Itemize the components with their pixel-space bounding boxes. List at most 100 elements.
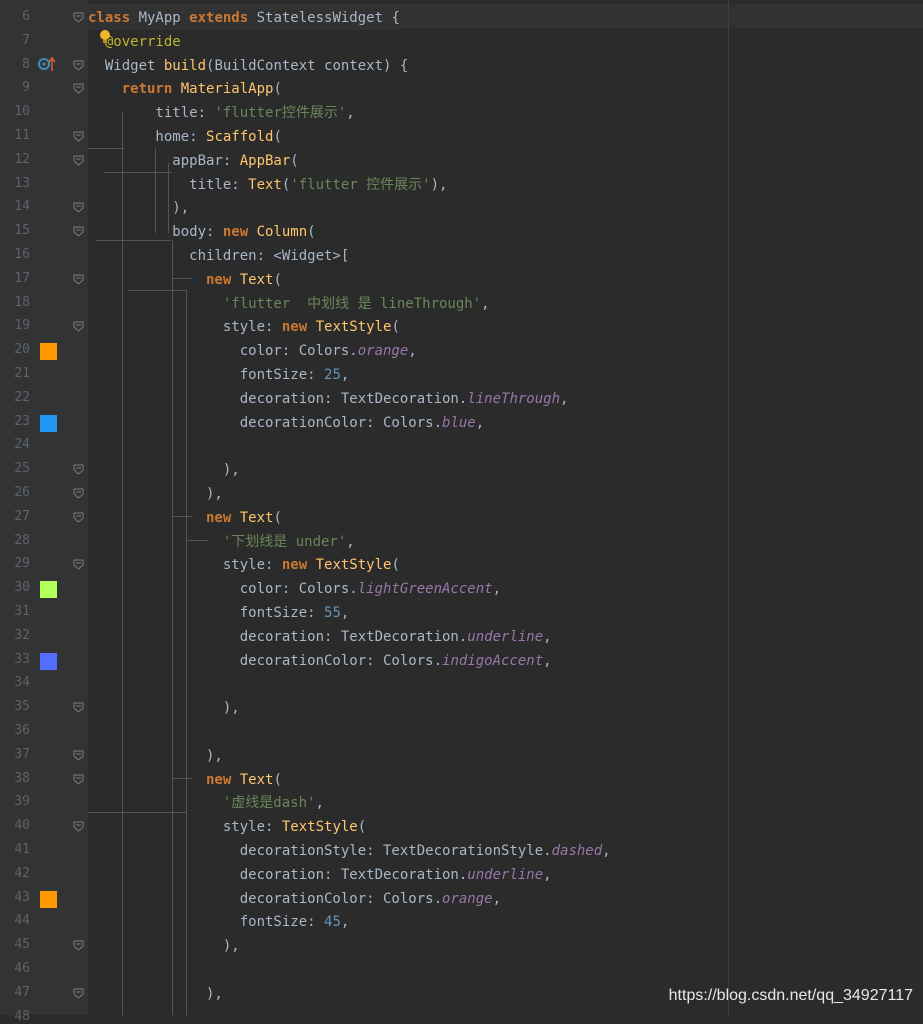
code-line[interactable]: ), xyxy=(88,196,189,220)
code-line[interactable]: children: <Widget>[ xyxy=(88,244,349,268)
code-line[interactable]: Widget build(BuildContext context) { xyxy=(88,54,408,78)
code-line[interactable]: new Text( xyxy=(88,506,282,530)
code-token: 'flutter 控件展示' xyxy=(290,176,431,193)
code-line[interactable]: fontSize: 55, xyxy=(88,601,350,625)
code-line[interactable]: class MyApp extends StatelessWidget { xyxy=(88,6,400,30)
code-token: new xyxy=(281,319,316,336)
code-token: , xyxy=(340,605,350,621)
fold-marker-icon[interactable] xyxy=(73,821,84,832)
code-token: appBar: xyxy=(88,152,240,169)
code-token: orange xyxy=(442,890,493,907)
color-swatch-icon[interactable] xyxy=(40,652,57,670)
code-line[interactable]: title: Text('flutter 控件展示'), xyxy=(88,173,447,197)
code-line[interactable]: decorationColor: Colors.indigoAccent, xyxy=(88,649,552,673)
code-line[interactable]: decoration: TextDecoration.underline, xyxy=(88,863,552,887)
code-token: ), xyxy=(88,462,240,479)
line-number: 46 xyxy=(14,961,30,976)
code-token: build xyxy=(163,57,207,74)
code-line[interactable]: ), xyxy=(88,744,223,768)
fold-marker-icon[interactable] xyxy=(73,488,84,499)
code-token: extends xyxy=(189,10,257,26)
color-swatch-icon[interactable] xyxy=(40,581,57,599)
code-line[interactable]: decorationColor: Colors.orange, xyxy=(88,887,501,911)
code-token: color: Colors. xyxy=(88,343,358,360)
fold-marker-icon[interactable] xyxy=(73,12,84,23)
fold-marker-icon[interactable] xyxy=(73,559,84,571)
color-swatch-icon[interactable] xyxy=(40,414,57,432)
code-line[interactable]: decoration: TextDecoration.underline, xyxy=(88,625,552,649)
widget-tree-guide xyxy=(128,290,186,291)
code-line[interactable]: '下划线是 under', xyxy=(88,530,355,554)
code-line[interactable]: ), xyxy=(88,482,223,506)
code-token: , xyxy=(543,628,552,645)
code-line[interactable]: color: Colors.lightGreenAccent, xyxy=(88,577,501,601)
fold-marker-icon[interactable] xyxy=(73,321,84,333)
fold-marker-icon[interactable] xyxy=(73,60,84,71)
color-swatch-icon[interactable] xyxy=(40,343,57,361)
code-line[interactable]: style: new TextStyle( xyxy=(88,315,400,339)
code-line[interactable]: 'flutter 中划线 是 lineThrough', xyxy=(88,292,490,316)
code-line[interactable]: fontSize: 25, xyxy=(88,363,350,387)
code-line[interactable]: decorationColor: Colors.blue, xyxy=(88,411,484,435)
code-token: TextStyle xyxy=(315,319,392,336)
fold-marker-icon[interactable] xyxy=(73,155,84,166)
fold-marker-icon[interactable] xyxy=(73,988,84,999)
code-line[interactable]: ), xyxy=(88,458,240,482)
code-line[interactable]: ), xyxy=(88,982,223,1006)
code-token: decoration: TextDecoration. xyxy=(88,866,468,883)
code-token: underline xyxy=(467,628,544,645)
fold-marker-icon[interactable] xyxy=(73,83,84,95)
code-editor[interactable]: class MyApp extends StatelessWidget { @o… xyxy=(88,0,923,1015)
code-line[interactable]: style: TextStyle( xyxy=(88,815,366,839)
code-token: Text xyxy=(248,176,282,193)
code-token: children: <Widget>[ xyxy=(88,248,350,264)
widget-tree-guide xyxy=(88,148,124,149)
code-token: , xyxy=(543,652,552,669)
fold-marker-icon[interactable] xyxy=(73,774,84,785)
fold-marker-icon[interactable] xyxy=(73,940,84,951)
code-token: (BuildContext context) { xyxy=(206,57,409,74)
line-number: 9 xyxy=(22,80,30,96)
line-number: 34 xyxy=(14,675,30,691)
fold-marker-icon[interactable] xyxy=(73,512,84,523)
code-line[interactable]: fontSize: 45, xyxy=(88,910,350,934)
code-token: '下划线是 under' xyxy=(88,533,347,550)
fold-marker-icon[interactable] xyxy=(73,226,84,237)
code-line[interactable]: ), xyxy=(88,696,240,720)
widget-tree-guide xyxy=(104,172,172,173)
color-swatch-icon[interactable] xyxy=(40,890,57,908)
code-line[interactable]: return MaterialApp( xyxy=(88,77,282,101)
code-token: ( xyxy=(273,771,282,788)
code-token: decorationColor: Colors. xyxy=(88,652,443,669)
code-line[interactable]: new Text( xyxy=(88,268,282,292)
code-line[interactable]: decoration: TextDecoration.lineThrough, xyxy=(88,387,569,411)
code-token: decorationColor: Colors. xyxy=(88,414,443,431)
code-token: ), xyxy=(88,700,240,717)
override-up-arrow-icon[interactable] xyxy=(37,56,57,76)
code-token: StatelessWidget { xyxy=(256,10,400,26)
code-token: return xyxy=(88,81,181,98)
lightbulb-icon[interactable] xyxy=(99,29,111,43)
code-line[interactable]: new Text( xyxy=(88,768,282,792)
widget-tree-guide xyxy=(96,240,171,241)
code-token: Widget xyxy=(88,57,164,74)
code-token: , xyxy=(340,367,350,383)
fold-marker-icon[interactable] xyxy=(73,464,84,475)
line-number: 15 xyxy=(14,223,30,239)
code-line[interactable]: color: Colors.orange, xyxy=(88,339,417,363)
code-line[interactable]: style: new TextStyle( xyxy=(88,553,400,577)
line-number: 8 xyxy=(22,56,30,72)
line-number: 45 xyxy=(14,937,30,953)
fold-marker-icon[interactable] xyxy=(73,131,84,142)
fold-marker-icon[interactable] xyxy=(73,202,84,214)
code-line[interactable]: decorationStyle: TextDecorationStyle.das… xyxy=(88,839,611,863)
code-line[interactable]: title: 'flutter控件展示', xyxy=(88,101,354,125)
fold-marker-icon[interactable] xyxy=(73,274,84,285)
code-line[interactable]: appBar: AppBar( xyxy=(88,149,298,173)
code-token: lightGreenAccent xyxy=(357,581,493,598)
fold-marker-icon[interactable] xyxy=(73,750,84,761)
code-line[interactable]: ), xyxy=(88,934,240,958)
code-line[interactable]: home: Scaffold( xyxy=(88,125,281,149)
fold-marker-icon[interactable] xyxy=(73,702,84,713)
line-number: 16 xyxy=(14,247,30,262)
